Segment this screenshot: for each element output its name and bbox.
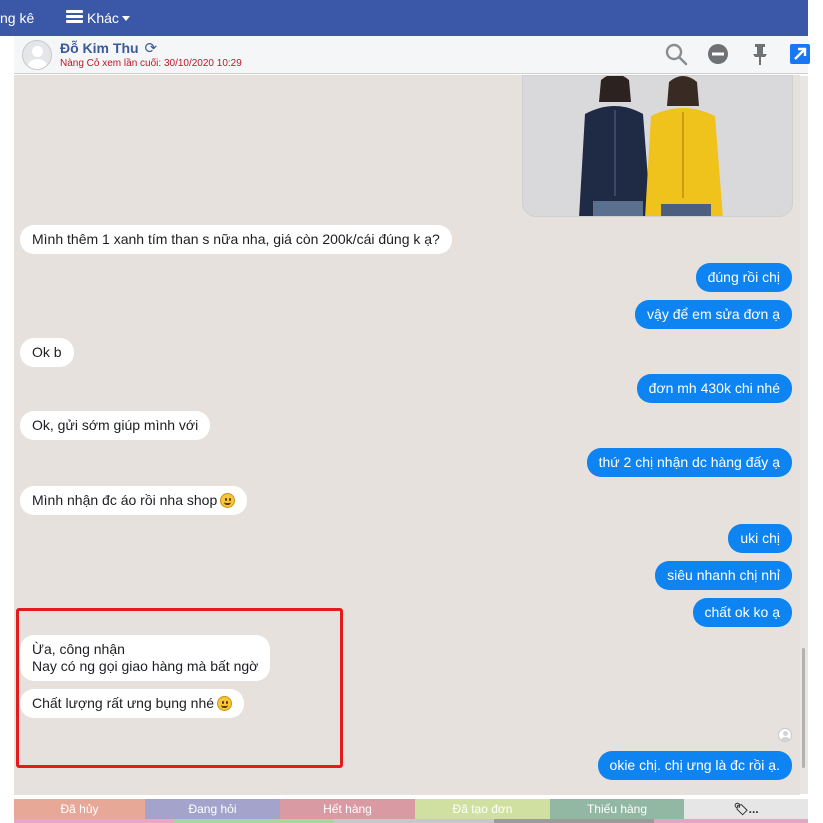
- messenger-window: ng kê Khác Đỗ Kim Thu ⟳ Nàng Cỏ xem lần c…: [0, 0, 823, 823]
- chevron-down-icon: [121, 16, 130, 21]
- tag-out-of-stock[interactable]: Hết hàng: [280, 799, 415, 819]
- message-text: Mình nhận đc áo rồi nha shop: [32, 492, 218, 508]
- nav-item-more[interactable]: Khác: [66, 8, 130, 28]
- scrollbar-thumb[interactable]: [802, 648, 805, 768]
- message-list[interactable]: Mình thêm 1 xanh tím than s nữa nha, giá…: [14, 75, 800, 795]
- tags-icon: 🏷: [733, 802, 749, 816]
- minus-circle-icon[interactable]: [706, 42, 730, 66]
- message-outgoing[interactable]: okie chị. chị ưng là đc rồi ạ.: [597, 751, 792, 780]
- message-incoming[interactable]: Mình nhận đc áo rồi nha shop: [20, 486, 248, 515]
- order-tag-bar: Đã hủy Đang hỏi Hết hàng Đã tạo đơn Thiế…: [14, 799, 808, 819]
- top-navigation-bar: ng kê Khác: [0, 0, 808, 36]
- message-outgoing[interactable]: thứ 2 chị nhận dc hàng đấy ạ: [586, 448, 792, 477]
- message-outgoing[interactable]: uki chị: [728, 524, 792, 553]
- last-seen-status: Nàng Cỏ xem lần cuối: 30/10/2020 10:29: [60, 58, 242, 69]
- message-outgoing[interactable]: vậy để em sửa đơn ạ: [635, 300, 792, 329]
- message-incoming[interactable]: Ok, gửi sớm giúp mình với: [20, 411, 211, 440]
- tag-order-created[interactable]: Đã tạo đơn: [415, 799, 550, 819]
- refresh-icon[interactable]: ⟳: [145, 39, 158, 57]
- message-outgoing[interactable]: chất ok ko ạ: [692, 598, 792, 627]
- contact-name[interactable]: Đỗ Kim Thu ⟳: [60, 39, 157, 57]
- smiling-face-emoji-icon: [220, 493, 236, 508]
- left-edge-panel: [0, 36, 14, 823]
- message-outgoing[interactable]: siêu nhanh chị nhỉ: [655, 561, 792, 590]
- pin-icon[interactable]: [748, 42, 772, 66]
- nav-more-label: Khác: [87, 10, 119, 26]
- tag-missing-items[interactable]: Thiếu hàng: [550, 799, 684, 819]
- seen-indicator-avatar: [778, 728, 792, 742]
- chat-header: Đỗ Kim Thu ⟳ Nàng Cỏ xem lần cuối: 30/10/…: [14, 36, 810, 74]
- shared-product-photo[interactable]: [522, 75, 793, 217]
- contact-avatar[interactable]: [22, 40, 52, 70]
- tag-more-label: ...: [748, 802, 759, 816]
- tag-color-strip: [14, 819, 808, 823]
- tag-inquiring[interactable]: Đang hỏi: [145, 799, 280, 819]
- nav-item-statistics[interactable]: ng kê: [0, 8, 34, 28]
- hamburger-menu-icon: [66, 10, 83, 24]
- photo-two-women-jackets: [523, 76, 792, 216]
- contact-name-text: Đỗ Kim Thu: [60, 40, 139, 56]
- tag-more-button[interactable]: 🏷...: [684, 799, 808, 819]
- message-incoming[interactable]: Ok b: [20, 338, 74, 367]
- message-incoming[interactable]: Mình thêm 1 xanh tím than s nữa nha, giá…: [20, 225, 452, 254]
- scrollbar[interactable]: [800, 76, 808, 794]
- highlight-box: [16, 608, 343, 768]
- right-edge-panel: [808, 0, 823, 823]
- tag-cancelled[interactable]: Đã hủy: [14, 799, 145, 819]
- message-outgoing[interactable]: đơn mh 430k chi nhé: [636, 374, 792, 403]
- open-external-icon[interactable]: [788, 42, 812, 66]
- message-outgoing[interactable]: đúng rồi chị: [695, 263, 792, 292]
- search-icon[interactable]: [664, 42, 688, 66]
